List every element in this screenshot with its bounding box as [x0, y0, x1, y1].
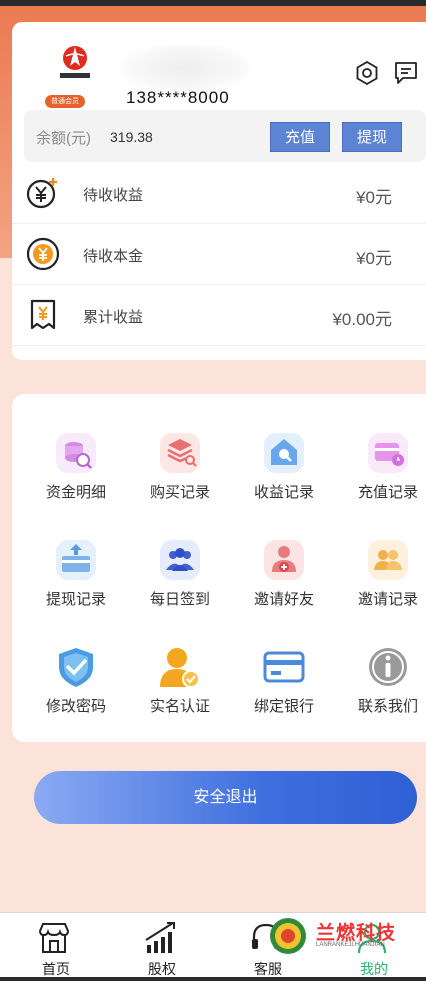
stat-row-pending-principal[interactable]: 待收本金 ¥0元: [12, 224, 426, 285]
invite-friend-icon: [264, 540, 304, 580]
income-record-icon: [264, 433, 304, 473]
settings-icon[interactable]: [354, 60, 380, 86]
company-logo-icon: [60, 46, 90, 78]
menu-item-change-password[interactable]: 修改密码: [18, 645, 122, 725]
tab-label: 我的: [360, 961, 388, 977]
menu-item-invite-record[interactable]: 邀请记录: [330, 538, 426, 618]
tab-label: 股权: [148, 961, 176, 977]
stat-row-pending-income[interactable]: 待收收益 ¥0元: [12, 163, 426, 224]
user-verified-icon: [160, 648, 200, 688]
menu-item-bind-bank[interactable]: 绑定银行: [226, 645, 330, 725]
menu-label: 实名认证: [149, 698, 210, 715]
menu-item-recharge-record[interactable]: 充值记录: [330, 431, 426, 511]
menu-item-invite-friend[interactable]: 邀请好友: [226, 538, 330, 618]
menu-label: 修改密码: [45, 698, 106, 715]
menu-label: 购买记录: [149, 484, 210, 501]
menu-item-income-record[interactable]: 收益记录: [226, 431, 330, 511]
withdraw-record-icon: [56, 540, 96, 580]
bank-card-icon: [263, 651, 305, 683]
store-icon: [38, 923, 70, 953]
menu-item-contact-us[interactable]: 联系我们: [330, 645, 426, 725]
vip-badge: 普通会员: [45, 95, 85, 108]
menu-item-real-name-auth[interactable]: 实名认证: [122, 645, 226, 725]
balance-value: 319.38: [110, 129, 153, 145]
recharge-button[interactable]: 充值: [270, 122, 330, 152]
menu-label: 资金明细: [45, 484, 106, 501]
menu-label: 每日签到: [149, 591, 210, 608]
watermark-text: 兰燃科技: [316, 923, 397, 944]
menu-item-purchase-record[interactable]: 购买记录: [122, 431, 226, 511]
recharge-record-icon: [368, 433, 408, 473]
stat-label: 待收收益: [83, 187, 144, 204]
yuan-circle-icon: [26, 237, 60, 271]
daily-checkin-icon: [160, 540, 200, 580]
menu-label: 邀请记录: [357, 591, 418, 608]
menu-item-withdraw-record[interactable]: 提现记录: [18, 538, 122, 618]
menu-item-funds-detail[interactable]: 资金明细: [18, 431, 122, 511]
menu-label: 提现记录: [45, 591, 106, 608]
tab-label: 首页: [42, 961, 70, 977]
info-icon: [369, 648, 407, 686]
growth-chart-icon: [145, 922, 175, 953]
tab-home[interactable]: 首页: [0, 913, 106, 981]
stat-row-total-income[interactable]: 累计收益 ¥0.00元: [12, 285, 426, 346]
balance-label: 余额(元): [36, 130, 91, 147]
stat-amount: ¥0元: [356, 249, 392, 268]
balance-bar: 余额(元) 319.38 充值 提现: [24, 110, 426, 162]
receipt-icon: [30, 299, 56, 330]
menu-label: 充值记录: [357, 484, 418, 501]
withdraw-button[interactable]: 提现: [342, 122, 402, 152]
shield-check-icon: [59, 648, 93, 687]
menu-label: 绑定银行: [253, 698, 314, 715]
menu-label: 邀请好友: [253, 591, 314, 608]
tab-equity[interactable]: 股权: [106, 913, 212, 981]
menu-label: 收益记录: [253, 484, 314, 501]
watermark-logo-icon: [270, 918, 306, 954]
watermark: 兰燃科技 LANRANKEJI.HUANJIAN: [266, 916, 416, 956]
menu-label: 联系我们: [357, 698, 418, 715]
blurred-nickname: [120, 44, 250, 92]
stat-label: 待收本金: [83, 248, 144, 265]
message-icon[interactable]: [393, 60, 419, 86]
stat-label: 累计收益: [83, 309, 144, 326]
stat-amount: ¥0.00元: [332, 310, 392, 329]
tab-label: 客服: [254, 961, 282, 977]
purchase-record-icon: [160, 433, 200, 473]
bottom-strip: [0, 977, 426, 981]
invite-record-icon: [368, 540, 408, 580]
phone-number: 138****8000: [126, 88, 230, 107]
menu-item-daily-checkin[interactable]: 每日签到: [122, 538, 226, 618]
watermark-subtext: LANRANKEJI.HUANJIAN: [316, 942, 385, 948]
stat-amount: ¥0元: [356, 188, 392, 207]
yuan-plus-icon: [26, 178, 57, 209]
menu-grid: 资金明细 购买记录 收益记录 充值记录 提现记录 每日签到 邀请好友 邀请记录 …: [12, 394, 426, 742]
funds-detail-icon: [56, 433, 96, 473]
logout-button[interactable]: 安全退出: [34, 771, 417, 824]
